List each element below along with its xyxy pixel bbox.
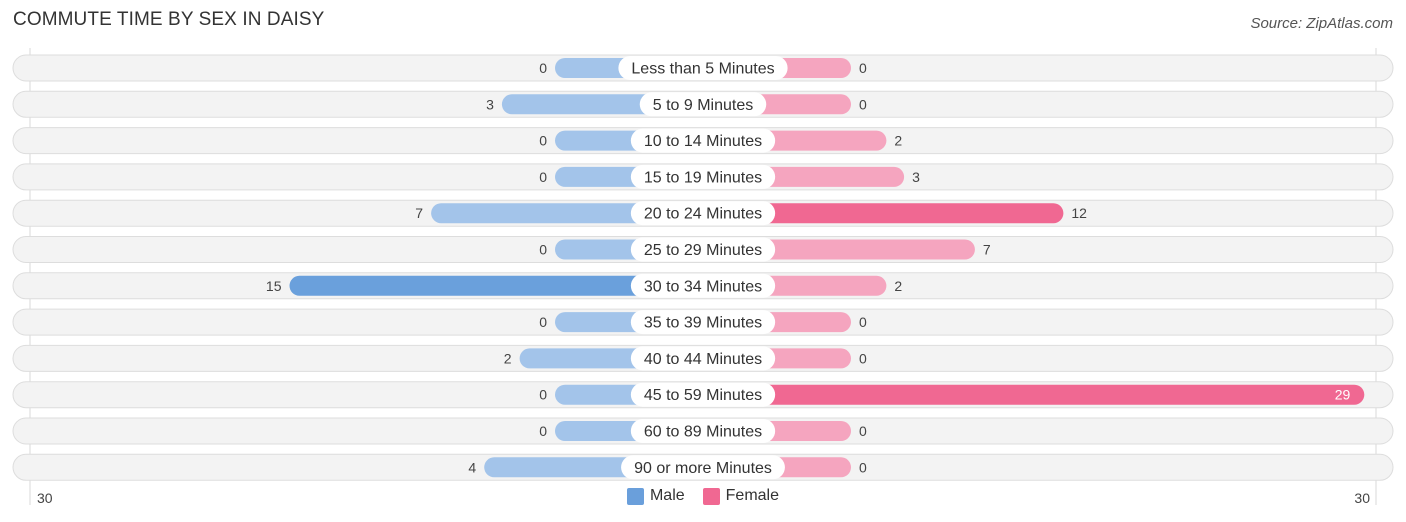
legend-item-female[interactable]: Female bbox=[702, 487, 780, 505]
value-label-female: 0 bbox=[859, 459, 867, 475]
category-label: 35 to 39 Minutes bbox=[644, 315, 762, 332]
value-label-female: 0 bbox=[859, 350, 867, 366]
legend: Male Female bbox=[0, 487, 1406, 505]
value-label-female: 0 bbox=[859, 96, 867, 112]
value-label-male: 0 bbox=[539, 314, 547, 330]
value-label-female: 0 bbox=[859, 60, 867, 76]
legend-item-male[interactable]: Male bbox=[626, 487, 685, 505]
value-label-male: 7 bbox=[415, 205, 423, 221]
category-label: 45 to 59 Minutes bbox=[644, 387, 762, 404]
legend-label-female: Female bbox=[725, 487, 780, 504]
value-label-male: 0 bbox=[539, 60, 547, 76]
category-label: 90 or more Minutes bbox=[634, 460, 772, 477]
value-label-male: 0 bbox=[539, 169, 547, 185]
value-label-male: 0 bbox=[539, 133, 547, 149]
value-label-male: 15 bbox=[266, 278, 282, 294]
category-label: 40 to 44 Minutes bbox=[644, 351, 762, 368]
value-label-female: 12 bbox=[1071, 205, 1087, 221]
category-label: 5 to 9 Minutes bbox=[653, 97, 754, 114]
value-label-male: 0 bbox=[539, 387, 547, 403]
value-label-female: 0 bbox=[859, 314, 867, 330]
value-label-female: 2 bbox=[894, 278, 902, 294]
value-label-female: 3 bbox=[912, 169, 920, 185]
legend-swatch-female bbox=[702, 487, 720, 505]
category-label: 20 to 24 Minutes bbox=[644, 206, 762, 223]
value-label-male: 3 bbox=[486, 96, 494, 112]
value-label-female: 7 bbox=[983, 242, 991, 258]
category-label: Less than 5 Minutes bbox=[631, 61, 774, 78]
category-label: 25 to 29 Minutes bbox=[644, 242, 762, 259]
value-label-male: 0 bbox=[539, 242, 547, 258]
chart-svg: Less than 5 Minutes 0 0 5 to 9 Minutes 3 0 10 … bbox=[12, 48, 1394, 506]
category-label: 10 to 14 Minutes bbox=[644, 133, 762, 150]
value-label-female: 0 bbox=[859, 423, 867, 439]
category-label: 60 to 89 Minutes bbox=[644, 424, 762, 441]
value-label-male: 2 bbox=[504, 350, 512, 366]
value-label-male: 4 bbox=[468, 459, 476, 475]
value-label-female: 2 bbox=[894, 133, 902, 149]
value-label-male: 0 bbox=[539, 423, 547, 439]
bar-female[interactable] bbox=[703, 384, 1365, 405]
value-label-female: 29 bbox=[1335, 387, 1351, 403]
category-label: 30 to 34 Minutes bbox=[644, 278, 762, 295]
legend-swatch-male bbox=[626, 487, 644, 505]
legend-label-male: Male bbox=[649, 487, 685, 504]
category-label: 15 to 19 Minutes bbox=[644, 169, 762, 186]
